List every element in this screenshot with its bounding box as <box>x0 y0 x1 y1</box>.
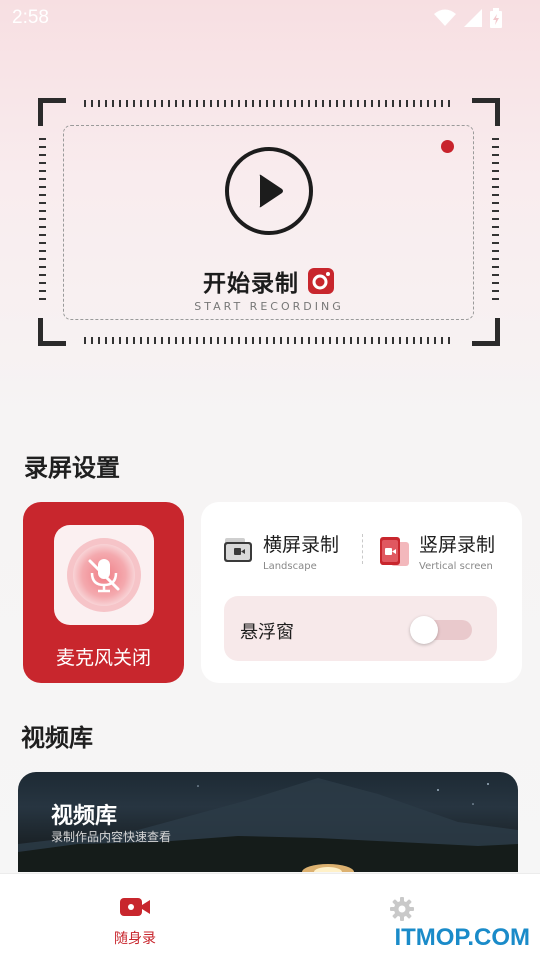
status-bar: 2:58 <box>0 0 540 36</box>
recording-indicator-dot <box>441 140 454 153</box>
microphone-tile <box>54 525 154 625</box>
recording-mode-card: 横屏录制 Landscape 竖屏录制 Vertical screen 悬浮窗 <box>201 502 522 683</box>
frame-ticks-top <box>84 100 454 107</box>
gear-icon <box>390 897 414 921</box>
mode-divider <box>362 534 363 564</box>
battery-icon <box>490 8 502 28</box>
frame-ticks-bottom <box>84 337 454 344</box>
vertical-mode-title: 竖屏录制 <box>419 534 496 556</box>
nav-item-record[interactable]: 随身录 <box>45 874 225 960</box>
microphone-toggle-card[interactable]: 麦克风关闭 <box>23 502 184 683</box>
play-button-icon[interactable] <box>224 146 314 236</box>
frame-corner-top-left <box>38 98 66 126</box>
start-recording-title-row: 开始录制 <box>38 264 500 298</box>
landscape-screen-icon <box>224 538 252 562</box>
frame-corner-bottom-right <box>472 318 500 346</box>
cell-signal-icon <box>464 9 482 27</box>
screen-settings-title: 录屏设置 <box>24 454 120 482</box>
record-badge-icon <box>308 268 334 294</box>
nav-label-record: 随身录 <box>114 931 156 947</box>
start-recording-panel[interactable]: 开始录制 START RECORDING <box>38 98 500 346</box>
landscape-mode-button[interactable]: 横屏录制 Landscape <box>223 530 353 580</box>
video-library-banner-subtitle: 录制作品内容快速查看 <box>51 830 172 844</box>
floating-window-row: 悬浮窗 <box>224 596 497 661</box>
video-library-banner[interactable]: 视频库 录制作品内容快速查看 <box>18 772 518 872</box>
vertical-mode-button[interactable]: 竖屏录制 Vertical screen <box>379 530 519 580</box>
watermark-text: ITMOP.COM <box>394 924 530 951</box>
frame-corner-top-right <box>472 98 500 126</box>
start-recording-subtitle: START RECORDING <box>194 300 344 313</box>
frame-corner-bottom-left <box>38 318 66 346</box>
wifi-icon <box>434 9 456 26</box>
start-recording-title: 开始录制 <box>203 271 299 297</box>
landscape-mode-subtitle: Landscape <box>263 561 317 572</box>
vertical-screen-icon <box>380 537 409 566</box>
video-camera-icon <box>120 898 150 916</box>
landscape-mode-title: 横屏录制 <box>263 534 340 556</box>
microphone-off-icon <box>67 538 141 612</box>
video-library-banner-title: 视频库 <box>51 804 118 829</box>
vertical-mode-subtitle: Vertical screen <box>419 561 493 572</box>
status-time: 2:58 <box>12 7 49 28</box>
bottom-navigation: 随身录 ITMOP.COM <box>0 873 540 960</box>
status-icons <box>434 8 502 28</box>
floating-window-toggle[interactable] <box>410 615 472 644</box>
floating-window-label: 悬浮窗 <box>240 622 294 643</box>
video-library-title: 视频库 <box>21 724 93 752</box>
toggle-knob <box>410 616 438 644</box>
microphone-label: 麦克风关闭 <box>55 647 151 669</box>
